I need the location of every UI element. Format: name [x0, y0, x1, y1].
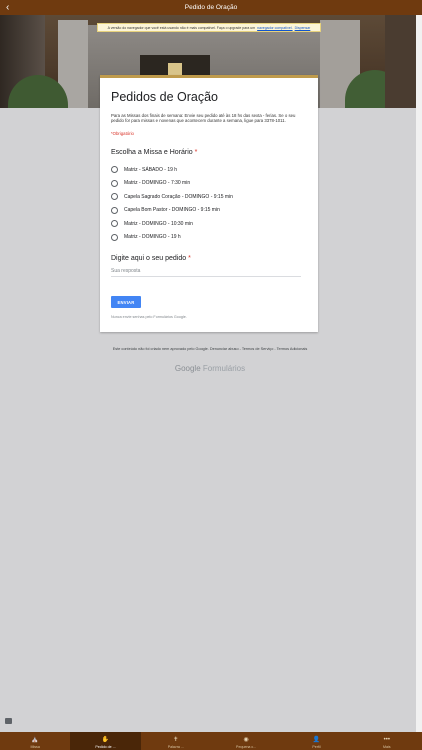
tab-missa[interactable]: ⛪ Missa — [0, 732, 70, 750]
form-card: Pedidos de Oração Para as Missas dos fin… — [100, 75, 318, 332]
top-nav-bar: ‹ Pedido de Oração — [0, 0, 422, 15]
radio-option-label: Matriz - DOMINGO - 7:30 min — [124, 180, 191, 187]
warning-text: A versão do navegador que você está usan… — [107, 25, 256, 30]
radio-option-label: Matriz - SÁBADO - 19 h — [124, 166, 178, 173]
question-prayer-request: Digite aqui o seu pedido * — [111, 255, 191, 262]
compatible-browser-link[interactable]: navegador compatível. — [257, 26, 292, 30]
radio-option[interactable]: Matriz - DOMINGO - 10:30 min — [111, 217, 233, 231]
radio-option-label: Capela Sagrado Coração - DOMINGO - 9:15 … — [124, 193, 233, 200]
question-label: Digite aqui o seu pedido — [111, 255, 187, 262]
community-icon: ◉ — [243, 736, 249, 743]
required-star: * — [188, 255, 191, 262]
browser-warning-banner: A versão do navegador que você está usan… — [97, 23, 321, 32]
page-title: Pedido de Oração — [184, 4, 238, 11]
tab-pequena[interactable]: ◉ Pequena c... — [211, 732, 281, 750]
dismiss-link[interactable]: Dispensar — [295, 26, 311, 30]
tab-label: Perfil — [312, 744, 321, 749]
question-mass-time: Escolha a Missa e Horário * — [111, 149, 197, 156]
tab-palavra[interactable]: ✝ Palavra ... — [141, 732, 211, 750]
mass-options-radio-group: Matriz - SÁBADO - 19 h Matriz - DOMINGO … — [111, 163, 233, 244]
required-star: * — [194, 149, 198, 156]
submit-button[interactable]: ENVIAR — [111, 296, 141, 308]
tab-label: Missa — [30, 744, 40, 749]
google-wordmark: Google — [174, 364, 201, 373]
prayer-request-input[interactable]: Sua resposta — [111, 268, 301, 277]
google-forms-logo: Google Formulários — [110, 364, 310, 373]
radio-button-icon[interactable] — [111, 220, 118, 228]
tab-label: Palavra ... — [167, 744, 184, 749]
tab-perfil[interactable]: 👤 Perfil — [281, 732, 351, 750]
prayer-icon: ✋ — [101, 736, 110, 743]
radio-option-label: Matriz - DOMINGO - 19 h — [124, 234, 181, 241]
radio-option-label: Matriz - DOMINGO - 10:30 min — [124, 220, 193, 227]
back-arrow-icon[interactable]: ‹ — [6, 1, 9, 14]
radio-option-label: Capela Bom Pastor - DOMINGO - 9:15 min — [124, 207, 220, 214]
password-warning: Nunca envie senhas pelo Formulários Goog… — [111, 315, 187, 319]
profile-icon: 👤 — [312, 736, 321, 743]
radio-button-icon[interactable] — [111, 179, 118, 187]
more-icon: ••• — [383, 736, 390, 743]
radio-option[interactable]: Capela Sagrado Coração - DOMINGO - 9:15 … — [111, 190, 233, 204]
radio-option[interactable]: Matriz - SÁBADO - 19 h — [111, 163, 233, 177]
tab-label: Pequena c... — [236, 744, 257, 749]
tab-pedido[interactable]: ✋ Pedido de ... — [70, 732, 141, 750]
bible-icon: ✝ — [173, 736, 179, 743]
feedback-icon[interactable] — [5, 718, 12, 724]
radio-button-icon[interactable] — [111, 166, 118, 174]
tab-label: Mais — [383, 744, 391, 749]
google-disclaimer: Este conteúdo não foi criado nem aprovad… — [112, 347, 308, 351]
photo-wall-right — [385, 15, 416, 108]
church-icon: ⛪ — [31, 736, 39, 743]
required-note: *Obrigatório — [111, 131, 134, 136]
card-accent-bar — [100, 75, 318, 78]
form-description: Para as Missas dos finais de semana: Env… — [111, 113, 296, 124]
bottom-tab-bar: ⛪ Missa ✋ Pedido de ... ✝ Palavra ... ◉ … — [0, 732, 422, 750]
radio-option[interactable]: Matriz - DOMINGO - 7:30 min — [111, 177, 233, 191]
radio-button-icon[interactable] — [111, 233, 118, 241]
radio-option[interactable]: Matriz - DOMINGO - 19 h — [111, 231, 233, 245]
tab-label: Pedido de ... — [95, 744, 116, 749]
question-label: Escolha a Missa e Horário — [111, 149, 193, 156]
forms-wordmark: Formulários — [202, 364, 246, 373]
scrollbar-track — [416, 15, 422, 732]
radio-button-icon[interactable] — [111, 206, 118, 214]
tab-mais[interactable]: ••• Mais — [352, 732, 422, 750]
radio-option[interactable]: Capela Bom Pastor - DOMINGO - 9:15 min — [111, 204, 233, 218]
form-title: Pedidos de Oração — [111, 90, 219, 104]
radio-button-icon[interactable] — [111, 193, 118, 201]
